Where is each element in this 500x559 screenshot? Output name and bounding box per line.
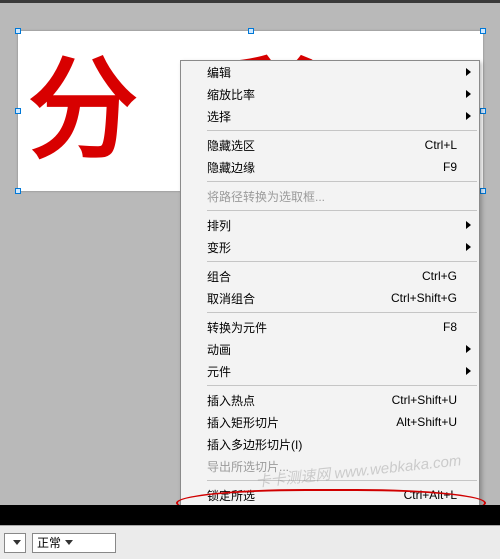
menu-item-label: 插入热点	[207, 392, 392, 409]
menu-item-label: 取消组合	[207, 290, 391, 307]
menu-item-label: 变形	[207, 239, 457, 256]
menu-item-label: 组合	[207, 268, 422, 285]
chevron-down-icon	[13, 540, 21, 545]
menu-item-shortcut: F9	[443, 160, 457, 174]
menu-item-label: 选择	[207, 108, 457, 125]
dropdown-blendmode[interactable]: 正常	[32, 533, 116, 553]
dropdown-layer[interactable]	[4, 533, 26, 553]
menu-item: 将路径转换为选取框...	[181, 185, 479, 207]
menu-item-shortcut: Ctrl+Shift+G	[391, 291, 457, 305]
menu-item[interactable]: 隐藏选区Ctrl+L	[181, 134, 479, 156]
menu-separator	[207, 480, 477, 481]
menu-item-shortcut: Alt+Shift+U	[396, 415, 457, 429]
menu-item[interactable]: 插入多边形切片(I)	[181, 433, 479, 455]
menu-item[interactable]: 插入矩形切片Alt+Shift+U	[181, 411, 479, 433]
chevron-right-icon	[466, 90, 471, 98]
menu-item-label: 锁定所选	[207, 487, 404, 504]
menu-item-label: 隐藏边缘	[207, 159, 443, 176]
menu-item-label: 导出所选切片...	[207, 458, 457, 475]
menu-item[interactable]: 隐藏边缘F9	[181, 156, 479, 178]
menu-item[interactable]: 缩放比率	[181, 83, 479, 105]
chevron-right-icon	[466, 345, 471, 353]
menu-item-shortcut: Ctrl+L	[425, 138, 457, 152]
menu-item[interactable]: 选择	[181, 105, 479, 127]
menu-item[interactable]: 组合Ctrl+G	[181, 265, 479, 287]
menu-item[interactable]: 排列	[181, 214, 479, 236]
menu-item-label: 元件	[207, 363, 457, 380]
chevron-right-icon	[466, 367, 471, 375]
menu-item-label: 动画	[207, 341, 457, 358]
chevron-right-icon	[466, 112, 471, 120]
chevron-right-icon	[466, 221, 471, 229]
menu-item[interactable]: 取消组合Ctrl+Shift+G	[181, 287, 479, 309]
menu-separator	[207, 385, 477, 386]
menu-item-shortcut: F8	[443, 320, 457, 334]
menu-item-shortcut: Ctrl+G	[422, 269, 457, 283]
menu-item-label: 隐藏选区	[207, 137, 425, 154]
menu-item-label: 编辑	[207, 64, 457, 81]
menu-item[interactable]: 编辑	[181, 61, 479, 83]
menu-item-label: 将路径转换为选取框...	[207, 188, 457, 205]
bottom-panel: 正常	[0, 525, 500, 559]
menu-item-shortcut: Ctrl+Shift+U	[392, 393, 457, 407]
menu-item-shortcut: Ctrl+Alt+L	[404, 488, 457, 502]
chevron-right-icon	[466, 243, 471, 251]
menu-item[interactable]: 变形	[181, 236, 479, 258]
menu-item-label: 排列	[207, 217, 457, 234]
menu-item-label: 插入矩形切片	[207, 414, 396, 431]
menu-item[interactable]: 动画	[181, 338, 479, 360]
menu-item-label: 转换为元件	[207, 319, 443, 336]
menu-item[interactable]: 锁定所选Ctrl+Alt+L	[181, 484, 479, 506]
menu-item-label: 缩放比率	[207, 86, 457, 103]
timeline-bar	[0, 505, 500, 525]
menu-item[interactable]: 转换为元件F8	[181, 316, 479, 338]
menu-separator	[207, 210, 477, 211]
menu-separator	[207, 130, 477, 131]
menu-item[interactable]: 元件	[181, 360, 479, 382]
dropdown-blendmode-value: 正常	[37, 534, 61, 551]
chevron-right-icon	[466, 68, 471, 76]
context-menu: 编辑缩放比率选择隐藏选区Ctrl+L隐藏边缘F9将路径转换为选取框...排列变形…	[180, 60, 480, 551]
menu-separator	[207, 261, 477, 262]
menu-item: 导出所选切片...	[181, 455, 479, 477]
chevron-down-icon	[65, 540, 73, 545]
menu-item-label: 插入多边形切片(I)	[207, 436, 457, 453]
menu-item[interactable]: 插入热点Ctrl+Shift+U	[181, 389, 479, 411]
menu-separator	[207, 181, 477, 182]
menu-separator	[207, 312, 477, 313]
